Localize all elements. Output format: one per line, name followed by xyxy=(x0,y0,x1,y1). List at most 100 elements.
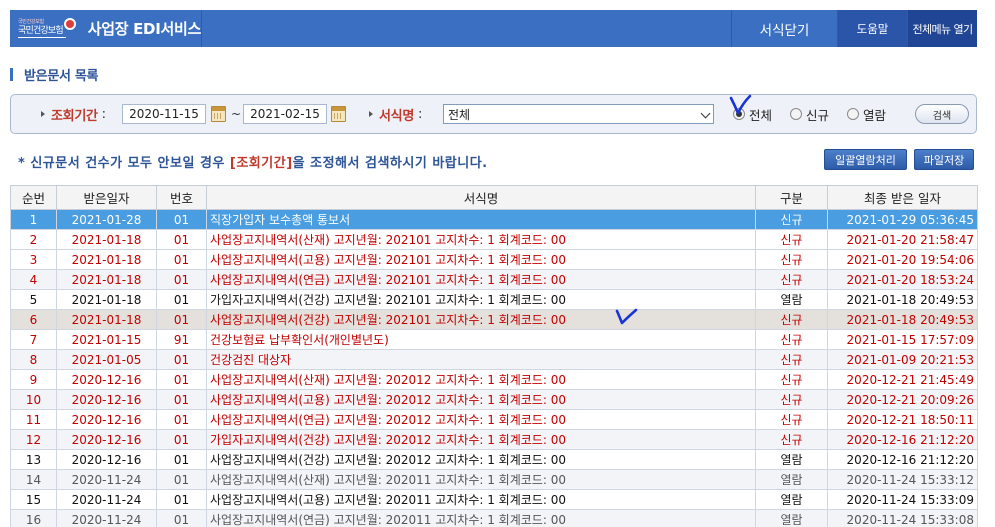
cell-num[interactable]: 01 xyxy=(156,489,207,510)
cell-date[interactable]: 2021-01-18 xyxy=(56,229,157,250)
cell-no[interactable]: 13 xyxy=(10,449,57,470)
cell-type[interactable]: 신규 xyxy=(755,349,828,370)
cell-last-date[interactable]: 2021-01-20 18:53:24 xyxy=(827,269,978,290)
radio-new[interactable]: 신규 xyxy=(790,95,829,133)
cell-last-date[interactable]: 2021-01-20 21:58:47 xyxy=(827,229,978,250)
cell-last-date[interactable]: 2020-11-24 15:33:09 xyxy=(827,489,978,510)
cell-no[interactable]: 2 xyxy=(10,229,57,250)
cell-form-name[interactable]: 사업장고지내역서(산재) 고지년월: 202012 고지차수: 1 회계코드: … xyxy=(206,369,756,390)
cell-last-date[interactable]: 2021-01-09 20:21:53 xyxy=(827,349,978,370)
cell-num[interactable]: 01 xyxy=(156,509,207,527)
table-row[interactable]: 16 2020-11-24 01 사업장고지내역서(연금) 고지년월: 202011 … xyxy=(10,509,978,527)
form-name-select[interactable]: 전체 xyxy=(443,104,714,124)
cell-form-name[interactable]: 사업장고지내역서(산재) 고지년월: 202101 고지차수: 1 회계코드: … xyxy=(206,229,756,250)
cell-last-date[interactable]: 2020-12-21 21:45:49 xyxy=(827,369,978,390)
cell-no[interactable]: 14 xyxy=(10,469,57,490)
cell-num[interactable]: 01 xyxy=(156,409,207,430)
cell-num[interactable]: 01 xyxy=(156,369,207,390)
table-row[interactable]: 6 2021-01-18 01 사업장고지내역서(건강) 고지년월: 202101 고… xyxy=(10,309,978,330)
cell-num[interactable]: 01 xyxy=(156,289,207,310)
open-all-menu-button[interactable]: 전체메뉴 열기 xyxy=(907,10,977,47)
cell-type[interactable]: 신규 xyxy=(755,329,828,350)
cell-no[interactable]: 1 xyxy=(10,209,57,230)
cell-no[interactable]: 10 xyxy=(10,389,57,410)
cell-date[interactable]: 2021-01-05 xyxy=(56,349,157,370)
cell-type[interactable]: 신규 xyxy=(755,229,828,250)
cell-num[interactable]: 01 xyxy=(156,429,207,450)
cell-no[interactable]: 8 xyxy=(10,349,57,370)
cell-num[interactable]: 01 xyxy=(156,269,207,290)
cell-no[interactable]: 4 xyxy=(10,269,57,290)
cell-type[interactable]: 신규 xyxy=(755,209,828,230)
col-header-form-name[interactable]: 서식명 xyxy=(206,185,756,210)
cell-date[interactable]: 2020-12-16 xyxy=(56,449,157,470)
cell-last-date[interactable]: 2020-11-24 15:33:12 xyxy=(827,469,978,490)
cell-type[interactable]: 열람 xyxy=(755,449,828,470)
cell-num[interactable]: 01 xyxy=(156,389,207,410)
cell-no[interactable]: 9 xyxy=(10,369,57,390)
cell-last-date[interactable]: 2021-01-15 17:57:09 xyxy=(827,329,978,350)
radio-all-circle[interactable] xyxy=(733,108,745,120)
cell-no[interactable]: 3 xyxy=(10,249,57,270)
cell-date[interactable]: 2020-12-16 xyxy=(56,429,157,450)
cell-type[interactable]: 열람 xyxy=(755,289,828,310)
cell-last-date[interactable]: 2021-01-20 19:54:06 xyxy=(827,249,978,270)
cell-form-name[interactable]: 사업장고지내역서(연금) 고지년월: 202012 고지차수: 1 회계코드: … xyxy=(206,409,756,430)
cell-last-date[interactable]: 2020-12-21 20:09:26 xyxy=(827,389,978,410)
cell-num[interactable]: 01 xyxy=(156,349,207,370)
table-row[interactable]: 15 2020-11-24 01 사업장고지내역서(고용) 고지년월: 202011 … xyxy=(10,489,978,510)
cell-form-name[interactable]: 사업장고지내역서(고용) 고지년월: 202011 고지차수: 1 회계코드: … xyxy=(206,489,756,510)
col-header-no[interactable]: 순번 xyxy=(10,185,57,210)
radio-all[interactable]: 전체 xyxy=(733,95,772,133)
cell-form-name[interactable]: 사업장고지내역서(연금) 고지년월: 202101 고지차수: 1 회계코드: … xyxy=(206,269,756,290)
batch-read-button[interactable]: 일괄열람처리 xyxy=(824,149,907,170)
calendar-from-icon[interactable] xyxy=(211,106,226,122)
table-row[interactable]: 8 2021-01-05 01 건강검진 대상자 신규 2021-01-09 20:21:… xyxy=(10,349,978,370)
table-row[interactable]: 9 2020-12-16 01 사업장고지내역서(산재) 고지년월: 202012 고… xyxy=(10,369,978,390)
cell-date[interactable]: 2020-12-16 xyxy=(56,409,157,430)
cell-form-name[interactable]: 사업장고지내역서(건강) 고지년월: 202012 고지차수: 1 회계코드: … xyxy=(206,449,756,470)
cell-form-name[interactable]: 사업장고지내역서(고용) 고지년월: 202012 고지차수: 1 회계코드: … xyxy=(206,389,756,410)
col-header-num[interactable]: 번호 xyxy=(156,185,207,210)
cell-last-date[interactable]: 2021-01-18 20:49:53 xyxy=(827,309,978,330)
cell-last-date[interactable]: 2020-12-16 21:12:20 xyxy=(827,429,978,450)
cell-form-name[interactable]: 사업장고지내역서(연금) 고지년월: 202011 고지차수: 1 회계코드: … xyxy=(206,509,756,527)
cell-num[interactable]: 91 xyxy=(156,329,207,350)
table-row[interactable]: 11 2020-12-16 01 사업장고지내역서(연금) 고지년월: 202012 … xyxy=(10,409,978,430)
cell-type[interactable]: 신규 xyxy=(755,269,828,290)
cell-date[interactable]: 2020-12-16 xyxy=(56,389,157,410)
cell-type[interactable]: 신규 xyxy=(755,249,828,270)
cell-form-name[interactable]: 사업장고지내역서(건강) 고지년월: 202101 고지차수: 1 회계코드: … xyxy=(206,309,756,330)
col-header-last-date[interactable]: 최종 받은 일자 xyxy=(827,185,978,210)
cell-last-date[interactable]: 2021-01-18 20:49:53 xyxy=(827,289,978,310)
cell-type[interactable]: 신규 xyxy=(755,429,828,450)
cell-num[interactable]: 01 xyxy=(156,309,207,330)
table-row[interactable]: 4 2021-01-18 01 사업장고지내역서(연금) 고지년월: 202101 고… xyxy=(10,269,978,290)
cell-num[interactable]: 01 xyxy=(156,449,207,470)
col-header-date[interactable]: 받은일자 xyxy=(56,185,157,210)
table-row[interactable]: 2 2021-01-18 01 사업장고지내역서(산재) 고지년월: 202101 고… xyxy=(10,229,978,250)
cell-form-name[interactable]: 건강보험료 납부확인서(개인별년도) xyxy=(206,329,756,350)
cell-form-name[interactable]: 건강검진 대상자 xyxy=(206,349,756,370)
date-to-input[interactable]: 2021-02-15 xyxy=(243,104,327,124)
cell-num[interactable]: 01 xyxy=(156,249,207,270)
table-row[interactable]: 3 2021-01-18 01 사업장고지내역서(고용) 고지년월: 202101 고… xyxy=(10,249,978,270)
cell-form-name[interactable]: 사업장고지내역서(고용) 고지년월: 202101 고지차수: 1 회계코드: … xyxy=(206,249,756,270)
cell-date[interactable]: 2020-11-24 xyxy=(56,469,157,490)
help-button[interactable]: 도움말 xyxy=(837,10,907,47)
cell-type[interactable]: 열람 xyxy=(755,489,828,510)
cell-last-date[interactable]: 2021-01-29 05:36:45 xyxy=(827,209,978,230)
table-row[interactable]: 7 2021-01-15 91 건강보험료 납부확인서(개인별년도) 신규 2021-01… xyxy=(10,329,978,350)
cell-date[interactable]: 2021-01-15 xyxy=(56,329,157,350)
radio-read-circle[interactable] xyxy=(847,108,859,120)
cell-num[interactable]: 01 xyxy=(156,209,207,230)
cell-num[interactable]: 01 xyxy=(156,229,207,250)
cell-date[interactable]: 2020-12-16 xyxy=(56,369,157,390)
cell-form-name[interactable]: 사업장고지내역서(산재) 고지년월: 202011 고지차수: 1 회계코드: … xyxy=(206,469,756,490)
cell-type[interactable]: 신규 xyxy=(755,389,828,410)
cell-date[interactable]: 2021-01-18 xyxy=(56,249,157,270)
table-row[interactable]: 10 2020-12-16 01 사업장고지내역서(고용) 고지년월: 202012 … xyxy=(10,389,978,410)
calendar-to-icon[interactable] xyxy=(331,106,346,122)
cell-no[interactable]: 15 xyxy=(10,489,57,510)
cell-no[interactable]: 16 xyxy=(10,509,57,527)
